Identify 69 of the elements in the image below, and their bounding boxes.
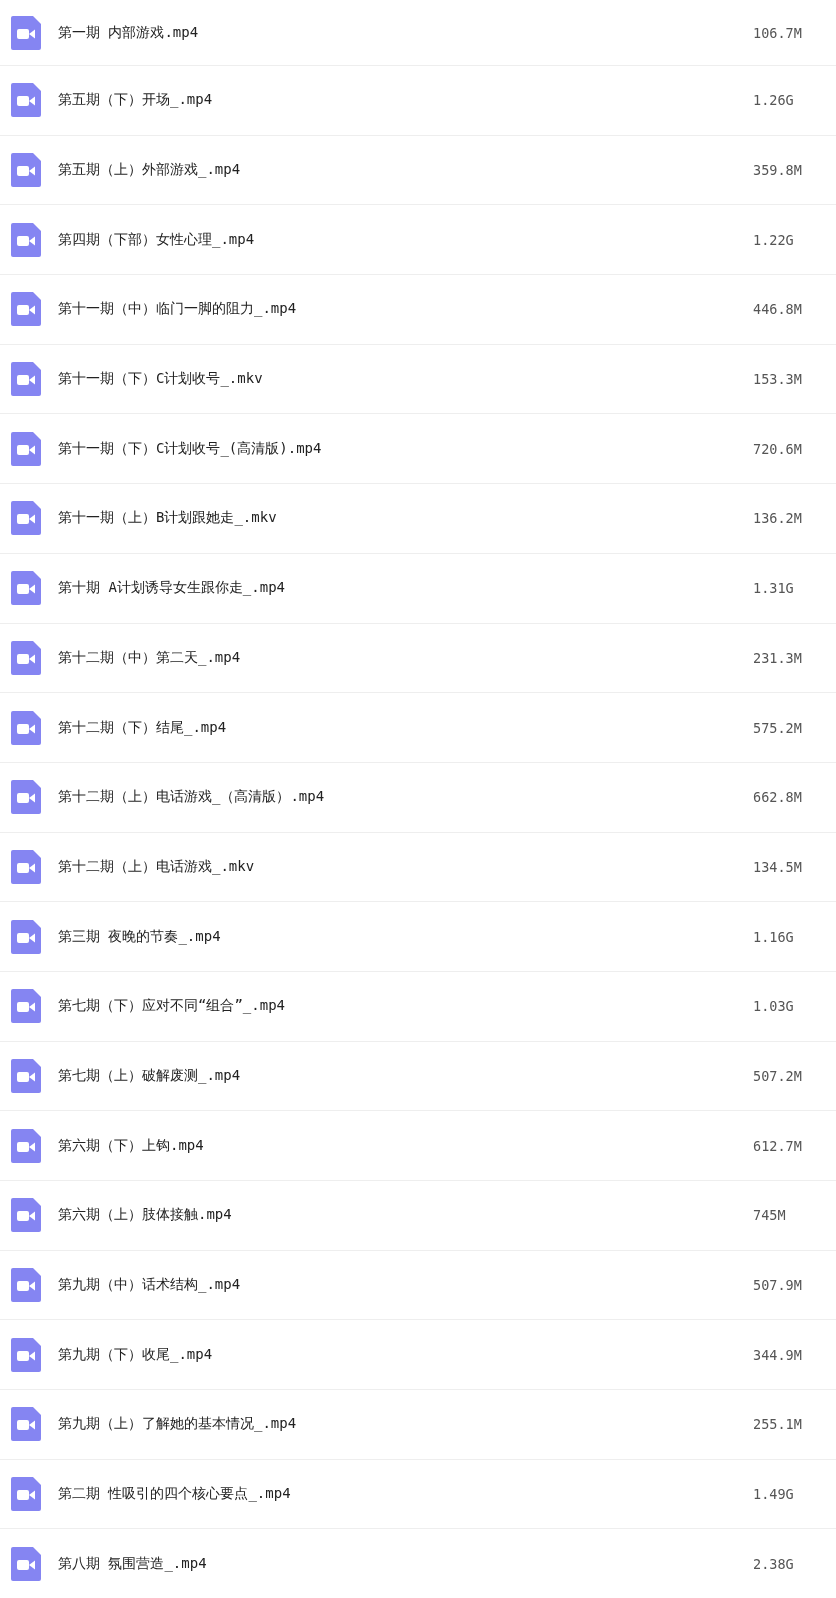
file-name[interactable]: 第十二期（上）电话游戏_.mkv: [58, 857, 753, 876]
video-file-icon: [11, 1477, 41, 1512]
file-size: 575.2M: [753, 719, 803, 736]
file-name[interactable]: 第五期（上）外部游戏_.mp4: [58, 161, 753, 180]
file-name[interactable]: 第十一期（下）C计划收号_(高清版).mp4: [58, 439, 753, 458]
file-size: 1.31G: [753, 580, 795, 597]
file-size: 446.8M: [753, 301, 803, 318]
video-file-icon: [11, 1407, 41, 1442]
video-file-icon: [11, 989, 41, 1024]
video-file-icon: [11, 849, 41, 884]
video-file-icon: [11, 501, 41, 536]
file-name[interactable]: 第九期（上）了解她的基本情况_.mp4: [58, 1415, 753, 1434]
file-size: 612.7M: [753, 1137, 803, 1154]
video-file-icon: [11, 780, 41, 815]
file-name[interactable]: 第十二期（中）第二天_.mp4: [58, 648, 753, 667]
file-size: 2.38G: [753, 1555, 795, 1572]
file-name[interactable]: 第十二期（上）电话游戏_（高清版）.mp4: [58, 788, 753, 807]
video-file-icon: [11, 431, 41, 466]
file-name[interactable]: 第十二期（下）结尾_.mp4: [58, 718, 753, 737]
file-name[interactable]: 第十期 A计划诱导女生跟你走_.mp4: [58, 579, 753, 598]
file-size: 720.6M: [753, 440, 803, 457]
file-name[interactable]: 第九期（中）话术结构_.mp4: [58, 1276, 753, 1295]
file-size: 662.8M: [753, 789, 803, 806]
video-file-icon: [11, 1546, 41, 1581]
file-size: 1.26G: [753, 92, 795, 109]
file-name[interactable]: 第九期（下）收尾_.mp4: [58, 1345, 753, 1364]
file-name[interactable]: 第三期 夜晚的节奏_.mp4: [58, 927, 753, 946]
file-name[interactable]: 第十一期（下）C计划收号_.mkv: [58, 370, 753, 389]
video-file-icon: [11, 83, 41, 118]
file-size: 1.22G: [753, 231, 795, 248]
file-name[interactable]: 第四期（下部）女性心理_.mp4: [58, 230, 753, 249]
video-file-icon: [11, 1268, 41, 1303]
file-size: 153.3M: [753, 371, 803, 388]
video-file-icon: [11, 1128, 41, 1163]
file-size: 359.8M: [753, 162, 803, 179]
video-file-icon: [11, 153, 41, 188]
file-size: 255.1M: [753, 1416, 803, 1433]
file-name[interactable]: 第二期 性吸引的四个核心要点_.mp4: [58, 1485, 753, 1504]
video-file-icon: [11, 1198, 41, 1233]
file-name[interactable]: 第十一期（中）临门一脚的阻力_.mp4: [58, 300, 753, 319]
file-size: 134.5M: [753, 858, 803, 875]
file-name[interactable]: 第一期 内部游戏.mp4: [58, 23, 753, 42]
file-name[interactable]: 第八期 氛围营造_.mp4: [58, 1554, 753, 1573]
file-size: 231.3M: [753, 649, 803, 666]
file-size: 1.16G: [753, 928, 795, 945]
video-file-icon: [11, 362, 41, 397]
file-size: 507.9M: [753, 1277, 803, 1294]
file-name[interactable]: 第五期（下）开场_.mp4: [58, 91, 753, 110]
video-file-icon: [11, 919, 41, 954]
file-name[interactable]: 第七期（上）破解废测_.mp4: [58, 1066, 753, 1085]
video-file-icon: [11, 710, 41, 745]
file-size: 136.2M: [753, 510, 803, 527]
file-size: 745M: [753, 1207, 787, 1224]
file-name[interactable]: 第十一期（上）B计划跟她走_.mkv: [58, 509, 753, 528]
file-size: 106.7M: [753, 24, 803, 41]
video-file-icon: [11, 15, 41, 50]
file-size: 1.03G: [753, 998, 795, 1015]
video-file-icon: [11, 222, 41, 257]
file-size: 344.9M: [753, 1346, 803, 1363]
video-file-icon: [11, 292, 41, 327]
video-file-icon: [11, 1337, 41, 1372]
video-file-icon: [11, 1058, 41, 1093]
file-name[interactable]: 第六期（上）肢体接触.mp4: [58, 1206, 753, 1225]
file-size: 1.49G: [753, 1486, 795, 1503]
file-name[interactable]: 第七期（下）应对不同“组合”_.mp4: [58, 997, 753, 1016]
video-file-icon: [11, 640, 41, 675]
video-file-icon: [11, 571, 41, 606]
file-size: 507.2M: [753, 1067, 803, 1084]
file-name[interactable]: 第六期（下）上钩.mp4: [58, 1136, 753, 1155]
